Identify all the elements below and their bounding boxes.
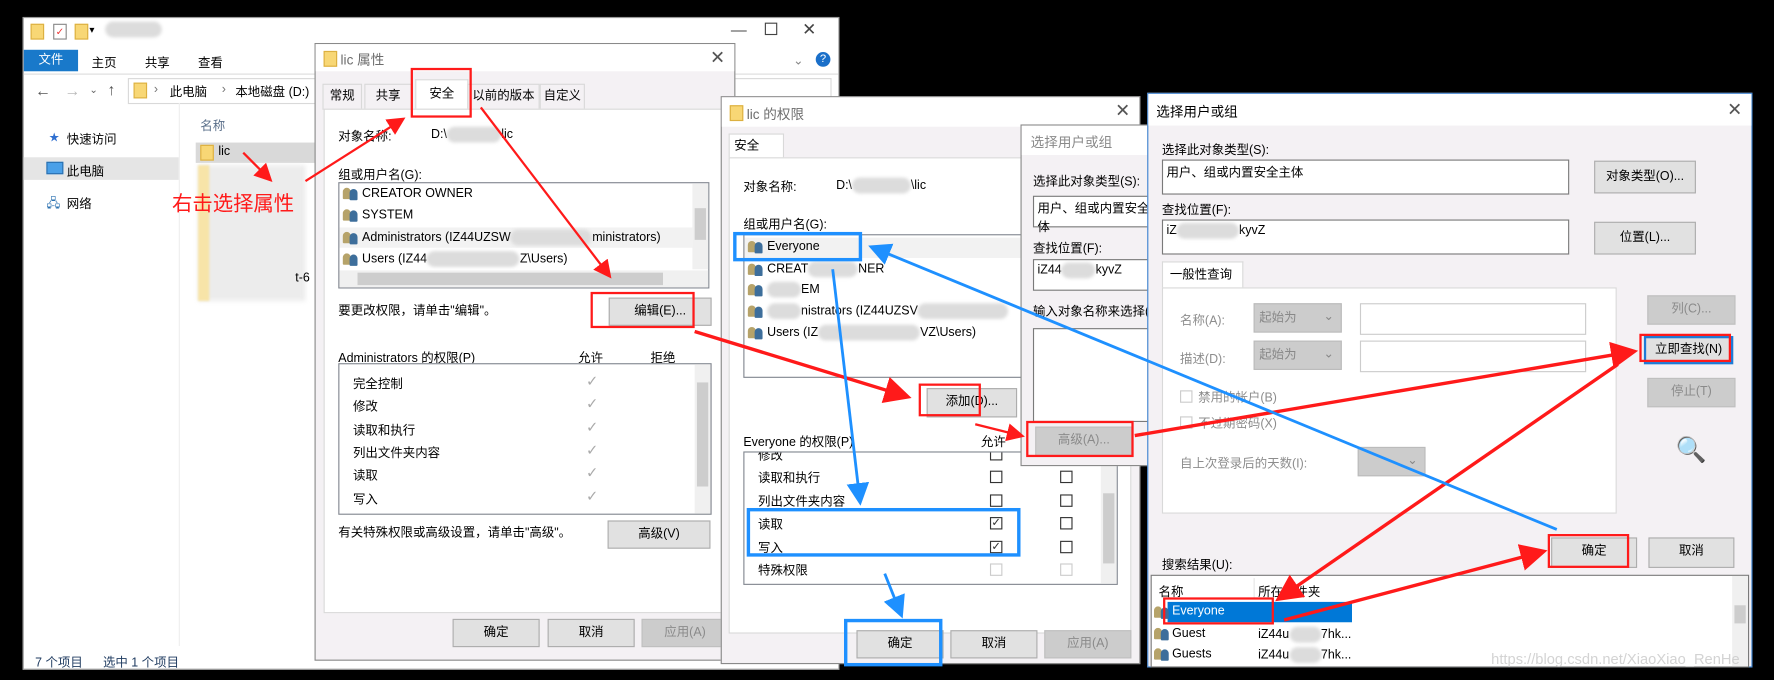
arrow-red-to-ok bbox=[1283, 544, 1548, 622]
arrow-red-to-advanced bbox=[974, 423, 1025, 442]
annotation-arrows bbox=[242, 106, 1639, 622]
arrow-blue-to-ok bbox=[883, 573, 905, 619]
arrow-red-to-find-now bbox=[1134, 341, 1639, 438]
arrow-red-to-lic bbox=[242, 151, 273, 182]
screenshot-canvas: ✓ ▾ — ✕ 文件 主页 共享 查看 ⌄ ? ← → ⌄ ↑ › 此电脑 › … bbox=[0, 0, 1774, 680]
arrow-red-to-add bbox=[694, 329, 912, 403]
arrow-blue-to-read-write bbox=[831, 269, 870, 506]
arrow-red-to-everyone-result bbox=[1275, 362, 1619, 602]
arrow-red-to-edit bbox=[479, 106, 612, 279]
arrow-red-to-security-tab bbox=[304, 117, 406, 182]
arrow-blue-to-everyone bbox=[868, 243, 1558, 531]
watermark: https://blog.csdn.net/XiaoXiao_RenHe bbox=[1491, 650, 1740, 668]
